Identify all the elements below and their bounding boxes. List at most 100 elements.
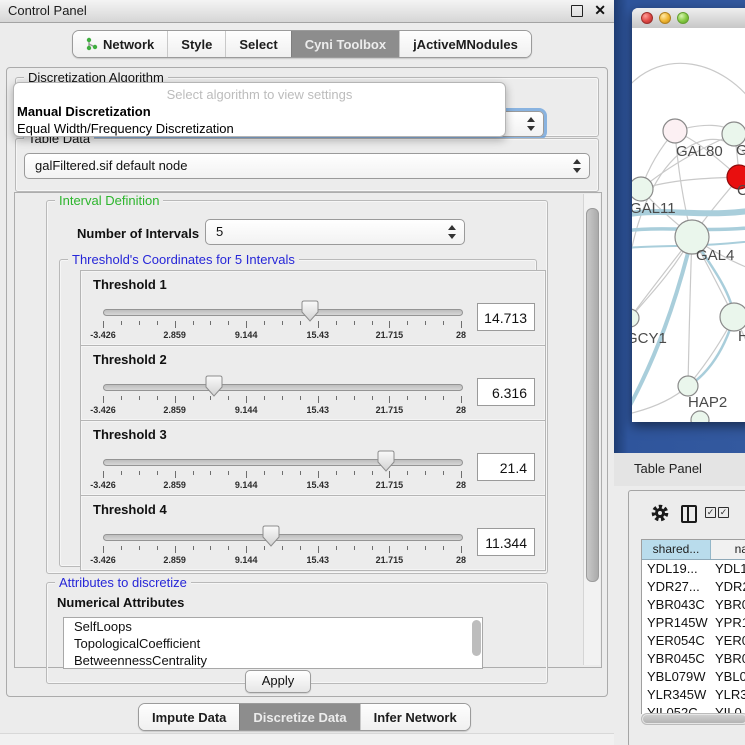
tab-label: Network: [103, 37, 154, 52]
desktop-background: GAL80GCGAL11GAL4GCY1HHAP2: [614, 0, 745, 453]
network-edge[interactable]: [688, 237, 692, 386]
network-node[interactable]: [691, 411, 709, 422]
tab-jactivemnodules[interactable]: jActiveMNodules: [399, 31, 531, 57]
table-row[interactable]: YBL079WYBL0: [642, 668, 745, 686]
thresholds-group: Threshold's Coordinates for 5 Intervals …: [59, 259, 537, 567]
table-row[interactable]: YLR345WYLR3: [642, 686, 745, 704]
apply-button[interactable]: Apply: [245, 670, 311, 693]
tab-label: Infer Network: [374, 710, 457, 725]
attributes-group: Attributes to discretize Numerical Attri…: [46, 582, 548, 684]
slider-track[interactable]: [103, 384, 463, 391]
slider-track[interactable]: [103, 459, 463, 466]
table-row[interactable]: YPR145WYPR1: [642, 614, 745, 632]
cell-name: YPR1: [711, 614, 745, 632]
threshold-value-field[interactable]: 14.713: [477, 303, 535, 331]
threshold-value-field[interactable]: 21.4: [477, 453, 535, 481]
cell-shared-name: YLR345W: [642, 686, 711, 704]
panel-title: Control Panel: [8, 3, 87, 18]
number-of-intervals-label: Number of Intervals: [77, 226, 199, 241]
close-window-icon[interactable]: [641, 12, 653, 24]
table-row[interactable]: YDR27...YDR2: [642, 578, 745, 596]
network-node-gal80[interactable]: [663, 119, 687, 143]
threshold-slider[interactable]: -3.4262.8599.14415.4321.71528: [103, 374, 461, 416]
column-header-shared-name[interactable]: shared...: [642, 540, 711, 559]
cell-shared-name: YDR27...: [642, 578, 711, 596]
attribute-list-item[interactable]: SelfLoops: [64, 618, 482, 635]
list-scrollbar[interactable]: [472, 620, 481, 656]
tab-cyni-toolbox[interactable]: Cyni Toolbox: [291, 31, 399, 57]
tab-label: Cyni Toolbox: [305, 37, 386, 52]
tab-label: jActiveMNodules: [413, 37, 518, 52]
table-header-row: shared... na: [642, 540, 745, 560]
tab-infer-network[interactable]: Infer Network: [360, 704, 470, 730]
threshold-value-field[interactable]: 6.316: [477, 378, 535, 406]
dropdown-placeholder-option[interactable]: Select algorithm to view settings: [14, 86, 505, 103]
table-data-group: Table Data galFiltered.sif default node: [15, 138, 599, 192]
tab-discretize-data[interactable]: Discretize Data: [239, 704, 359, 730]
attribute-list-item[interactable]: TopologicalCoefficient: [64, 635, 482, 652]
table-row[interactable]: YBR045CYBR0: [642, 650, 745, 668]
slider-track[interactable]: [103, 534, 463, 541]
table-data-combo[interactable]: galFiltered.sif default node: [24, 153, 590, 179]
network-node-gal11[interactable]: [632, 177, 653, 201]
node-label: GAL4: [696, 247, 734, 264]
tab-impute-data[interactable]: Impute Data: [139, 704, 239, 730]
slider-tick-labels: -3.4262.8599.14415.4321.71528: [103, 480, 461, 490]
checkbox-icon[interactable]: ✓: [705, 507, 716, 518]
cell-name: YLR3: [711, 686, 745, 704]
network-edge[interactable]: [632, 63, 745, 108]
cell-shared-name: YBL079W: [642, 668, 711, 686]
float-panel-icon[interactable]: [571, 5, 583, 17]
table-row[interactable]: YBR043CYBR0: [642, 596, 745, 614]
tab-network[interactable]: Network: [73, 31, 167, 57]
interval-definition-group: Interval Definition Number of Intervals …: [46, 200, 548, 574]
threshold-slider[interactable]: -3.4262.8599.14415.4321.71528: [103, 449, 461, 491]
scrollbar-thumb[interactable]: [643, 715, 745, 723]
node-label: GAL80: [676, 143, 723, 160]
minimize-window-icon[interactable]: [659, 12, 671, 24]
network-window-titlebar: [632, 8, 745, 29]
panel-footer: [0, 733, 614, 745]
threshold-slider[interactable]: -3.4262.8599.14415.4321.71528: [103, 299, 461, 341]
dropdown-option-manual[interactable]: Manual Discretization: [14, 103, 505, 120]
zoom-window-icon[interactable]: [677, 12, 689, 24]
tab-label: Style: [181, 37, 212, 52]
network-canvas[interactable]: GAL80GCGAL11GAL4GCY1HHAP2: [632, 28, 745, 422]
slider-tick-labels: -3.4262.8599.14415.4321.71528: [103, 405, 461, 415]
dropdown-option-equal-width[interactable]: Equal Width/Frequency Discretization: [14, 120, 505, 137]
slider-track[interactable]: [103, 309, 463, 316]
threshold-slider[interactable]: -3.4262.8599.14415.4321.71528: [103, 524, 461, 566]
node-label: G: [736, 142, 745, 159]
slider-ticks: [103, 546, 461, 554]
threshold-value-field[interactable]: 11.344: [477, 528, 535, 556]
column-header-name[interactable]: na: [711, 540, 745, 559]
network-node-h[interactable]: [720, 303, 745, 331]
number-of-intervals-combo[interactable]: 5: [205, 219, 465, 245]
node-label: GCY1: [632, 330, 667, 347]
table-row[interactable]: YDL19...YDL1: [642, 560, 745, 578]
slider-tick-labels: -3.4262.8599.14415.4321.71528: [103, 330, 461, 340]
table-horizontal-scrollbar[interactable]: [641, 713, 745, 725]
threshold-label: Threshold 3: [93, 427, 167, 442]
close-panel-icon[interactable]: ✕: [594, 2, 606, 19]
attribute-list-item[interactable]: BetweennessCentrality: [64, 652, 482, 669]
algorithm-dropdown-popup: Select algorithm to view settings Manual…: [13, 82, 506, 137]
combo-stepper-icon: [527, 116, 536, 132]
checkbox-icon[interactable]: ✓: [718, 507, 729, 518]
settings-scrollbar[interactable]: [583, 194, 600, 665]
tab-select[interactable]: Select: [225, 31, 290, 57]
threshold-label: Threshold 2: [93, 352, 167, 367]
network-node-hap2[interactable]: [678, 376, 698, 396]
split-columns-icon[interactable]: [681, 505, 697, 523]
numerical-attributes-list[interactable]: SelfLoopsTopologicalCoefficientBetweenne…: [63, 617, 483, 669]
control-panel-titlebar: Control Panel ✕: [0, 0, 614, 23]
cell-shared-name: YBR043C: [642, 596, 711, 614]
tab-style[interactable]: Style: [167, 31, 225, 57]
network-node-gcy1[interactable]: [632, 309, 639, 327]
cell-shared-name: YDL19...: [642, 560, 711, 578]
settings-gear-icon[interactable]: [651, 504, 669, 522]
top-tab-strip: Network Style Select Cyni Toolbox jActiveMNo…: [72, 30, 532, 58]
scrollbar-thumb[interactable]: [586, 208, 599, 582]
table-row[interactable]: YER054CYER0: [642, 632, 745, 650]
control-panel: Control Panel ✕ Network Style Select Cyni T…: [0, 0, 615, 745]
